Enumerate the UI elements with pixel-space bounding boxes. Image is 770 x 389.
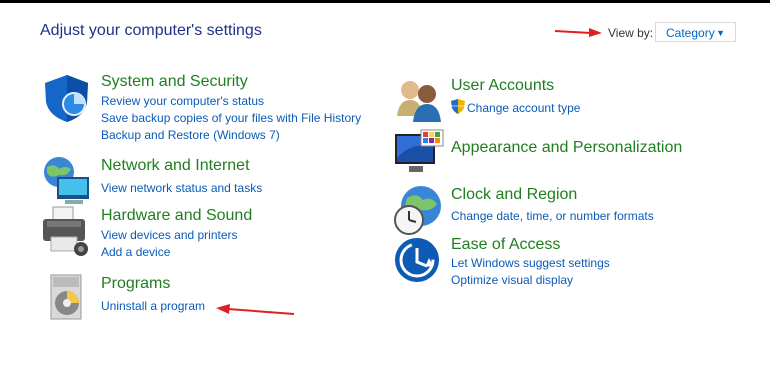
network-globe-icon	[44, 157, 89, 204]
view-by-dropdown[interactable]: Category ▼	[655, 22, 736, 42]
link-devices-printers[interactable]: View devices and printers	[101, 228, 238, 242]
clock-globe-icon	[394, 186, 441, 235]
category-ease-of-access: Ease of Access Let Windows suggest setti…	[393, 236, 723, 291]
users-icon	[397, 81, 441, 122]
link-add-device[interactable]: Add a device	[101, 245, 170, 259]
link-backup-restore[interactable]: Backup and Restore (Windows 7)	[101, 128, 280, 142]
category-hardware-sound: Hardware and Sound View devices and prin…	[41, 205, 371, 260]
annotation-arrow-view-by	[554, 28, 602, 37]
link-network-status[interactable]: View network status and tasks	[101, 181, 262, 195]
view-by-value: Category	[666, 26, 715, 40]
category-user-accounts: User Accounts Change account type	[393, 76, 723, 126]
programs-disc-icon	[50, 274, 82, 320]
category-title-ease[interactable]: Ease of Access	[451, 236, 560, 254]
page-title: Adjust your computer's settings	[40, 22, 262, 39]
view-by-label: View by:	[608, 26, 654, 40]
category-title-system[interactable]: System and Security	[101, 73, 248, 91]
ease-of-access-icon	[395, 238, 439, 282]
printer-icon	[43, 206, 88, 256]
category-title-network[interactable]: Network and Internet	[101, 157, 250, 175]
category-title-users[interactable]: User Accounts	[451, 77, 554, 95]
category-programs: Programs Uninstall a program	[41, 273, 371, 323]
monitor-palette-icon	[395, 129, 444, 172]
category-network-internet: Network and Internet View network status…	[41, 155, 371, 205]
category-title-appearance[interactable]: Appearance and Personalization	[451, 139, 682, 157]
shield-icon	[45, 75, 88, 122]
category-title-programs[interactable]: Programs	[101, 275, 170, 293]
category-system-security: System and Security Review your computer…	[41, 72, 371, 142]
chevron-down-icon: ▼	[716, 28, 725, 38]
link-change-account-type[interactable]: Change account type	[467, 101, 580, 115]
category-appearance: Appearance and Personalization	[393, 128, 723, 178]
link-date-time-formats[interactable]: Change date, time, or number formats	[451, 209, 654, 223]
category-clock-region: Clock and Region Change date, time, or n…	[393, 184, 723, 235]
category-title-hardware[interactable]: Hardware and Sound	[101, 207, 252, 225]
window-top-border	[0, 0, 770, 3]
link-optimize-display[interactable]: Optimize visual display	[451, 273, 573, 287]
link-file-history[interactable]: Save backup copies of your files with Fi…	[101, 111, 361, 125]
link-review-status[interactable]: Review your computer's status	[101, 94, 264, 108]
category-title-clock[interactable]: Clock and Region	[451, 186, 577, 204]
admin-shield-icon	[451, 99, 465, 114]
link-uninstall-program[interactable]: Uninstall a program	[101, 299, 205, 313]
link-suggest-settings[interactable]: Let Windows suggest settings	[451, 256, 610, 270]
